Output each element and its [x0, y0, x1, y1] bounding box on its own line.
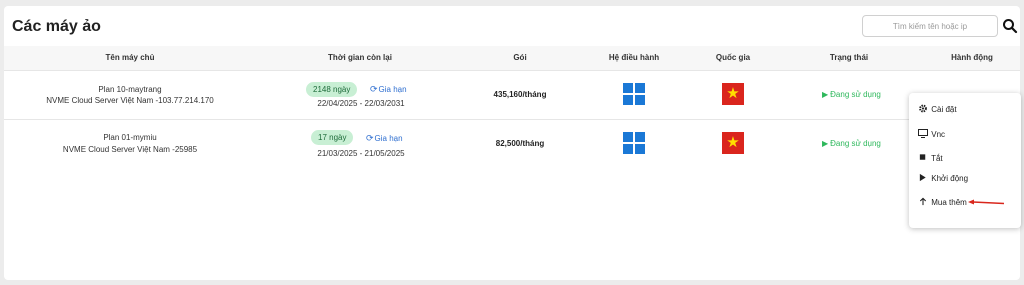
- menu-item-label: Tắt: [931, 154, 943, 163]
- play-status-icon: ▶: [822, 139, 829, 148]
- header-divider: [4, 70, 1020, 71]
- status-label: ▶ Đang sử dụng: [822, 139, 881, 148]
- vietnam-flag-icon: ★: [722, 132, 744, 154]
- column-header-package: Gói: [513, 53, 527, 62]
- column-header-os: Hệ điều hành: [608, 53, 660, 62]
- renew-link[interactable]: ⟳Gia hạn: [366, 133, 403, 144]
- monitor-icon: [918, 129, 928, 138]
- refresh-icon: ⟳: [370, 84, 378, 94]
- gear-icon: [919, 104, 927, 113]
- play-icon: [919, 173, 926, 182]
- play-status-icon: ▶: [822, 90, 829, 99]
- server-details: NVME Cloud Server Việt Nam -25985: [62, 145, 198, 154]
- server-name: Plan 10-maytrang: [98, 85, 162, 94]
- row-divider: [4, 119, 1020, 120]
- column-header-status: Trạng thái: [829, 53, 869, 62]
- page-title: Các máy ảo: [12, 18, 101, 35]
- vietnam-flag-icon: ★: [722, 83, 744, 105]
- status-text: Đang sử dụng: [830, 90, 881, 99]
- column-header-time-left: Thời gian còn lại: [328, 53, 392, 62]
- menu-item-shutdown[interactable]: Tắt: [918, 153, 943, 163]
- menu-item-label: Khởi động: [931, 174, 969, 183]
- column-header-country: Quốc gia: [715, 53, 751, 62]
- search-input[interactable]: [862, 15, 998, 37]
- date-range: 21/03/2025 - 21/05/2025: [317, 149, 405, 158]
- stop-icon: [919, 154, 926, 160]
- windows-icon: [623, 132, 645, 154]
- annotation-arrow-icon: [968, 199, 1004, 205]
- column-header-actions: Hành động: [951, 53, 993, 62]
- days-left-badge: 2148 ngày: [306, 82, 358, 97]
- menu-item-buy-more[interactable]: Mua thêm: [918, 197, 967, 207]
- renew-label: Gia hạn: [374, 134, 403, 143]
- package-price: 82,500/tháng: [495, 139, 545, 148]
- menu-item-label: Vnc: [931, 130, 946, 139]
- column-header-server-name: Tên máy chủ: [105, 53, 155, 62]
- server-name: Plan 01-mymiu: [103, 133, 157, 142]
- menu-item-settings[interactable]: Cài đặt: [918, 104, 957, 114]
- server-details: NVME Cloud Server Việt Nam -103.77.214.1…: [46, 96, 214, 105]
- search-icon[interactable]: [1002, 18, 1018, 34]
- renew-link[interactable]: ⟳Gia hạn: [370, 84, 407, 95]
- status-label: ▶ Đang sử dụng: [822, 90, 881, 99]
- menu-item-label: Cài đặt: [931, 105, 957, 114]
- refresh-icon: ⟳: [366, 133, 374, 143]
- days-left-badge: 17 ngày: [311, 130, 354, 145]
- menu-item-label: Mua thêm: [931, 198, 967, 207]
- renew-label: Gia hạn: [378, 85, 407, 94]
- menu-item-vnc[interactable]: Vnc: [918, 129, 945, 139]
- date-range: 22/04/2025 - 22/03/2031: [317, 99, 405, 108]
- arrow-up-icon: [919, 197, 927, 206]
- status-text: Đang sử dụng: [830, 139, 881, 148]
- windows-icon: [623, 83, 645, 105]
- package-price: 435,160/tháng: [493, 90, 547, 99]
- menu-item-start[interactable]: Khởi động: [918, 173, 968, 183]
